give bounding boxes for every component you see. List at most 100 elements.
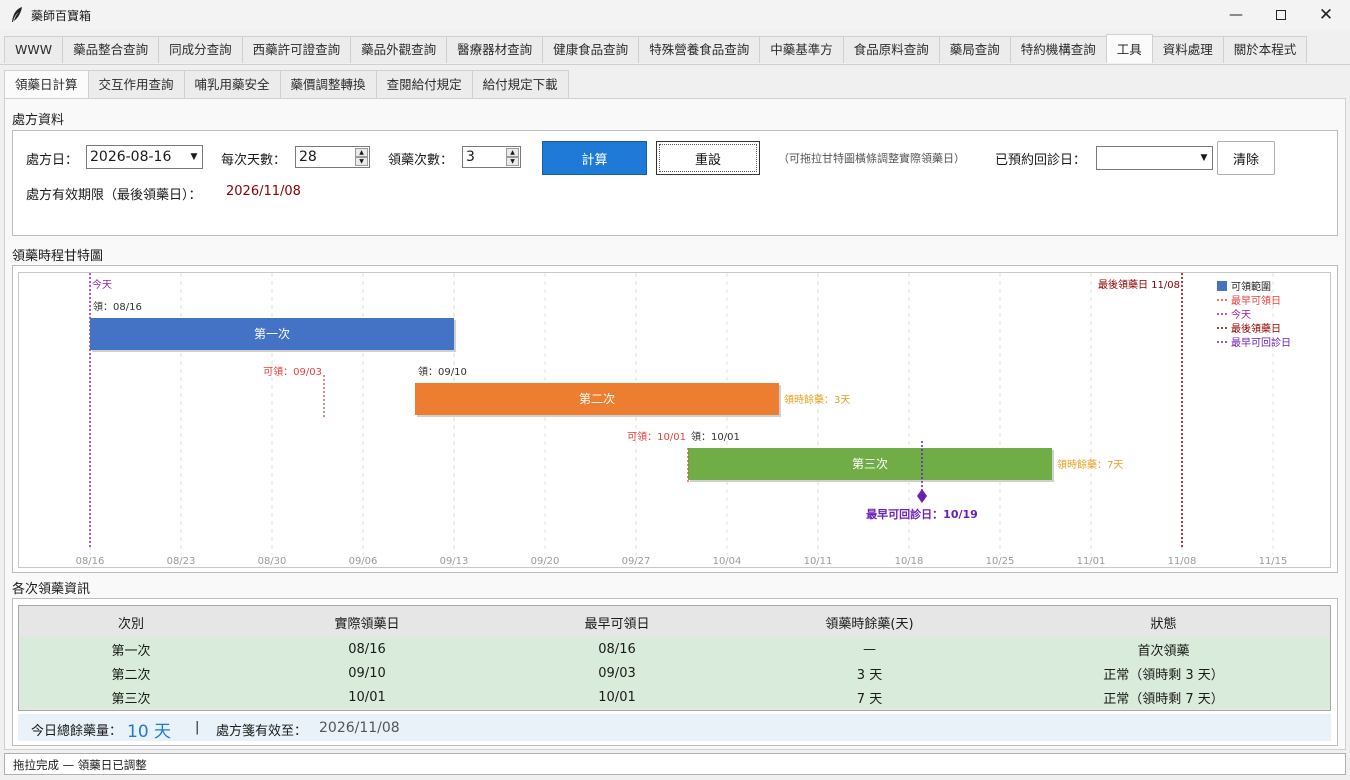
x-tick-label: 09/13 — [440, 556, 469, 567]
last-day-label: 最後領藥日 11/08 — [1098, 278, 1180, 291]
table-cell: 09/03 — [492, 661, 742, 685]
main-tab-4[interactable]: 藥品外觀查詢 — [350, 36, 448, 63]
main-tab-14[interactable]: 關於本程式 — [1222, 36, 1308, 63]
spin-down-icon[interactable]: ▼ — [506, 157, 519, 166]
main-tab-3[interactable]: 西藥許可證查詢 — [241, 36, 352, 63]
maximize-icon — [1276, 10, 1286, 20]
valid-until-value: 2026/11/08 — [319, 720, 400, 736]
x-tick-label: 09/20 — [531, 556, 560, 567]
main-tab-9[interactable]: 食品原料查詢 — [842, 36, 940, 63]
pickup-date-label: 領：08/16 — [93, 300, 142, 313]
main-tab-2[interactable]: 同成分查詢 — [158, 36, 243, 63]
window-title: 藥師百寶箱 — [31, 9, 92, 23]
validity-label: 處方有效期限（最後領藥日）： — [26, 188, 202, 203]
pickup-date-label: 領：09/10 — [418, 365, 467, 378]
main-tab-10[interactable]: 藥局查詢 — [938, 36, 1011, 63]
table-row[interactable]: 第三次 10/01 10/01 7 天正常（領時剩 7 天） — [20, 685, 1330, 709]
summary-separator: | — [195, 720, 200, 735]
days-per-fill-label: 每次天數： — [221, 153, 287, 168]
x-tick-label: 10/18 — [895, 556, 924, 567]
table-header-cell: 狀態 — [997, 607, 1330, 637]
prescription-section-title: 處方資料 — [12, 113, 65, 128]
main-tab-13[interactable]: 資料處理 — [1151, 36, 1224, 63]
table-header-cell: 實際領藥日 — [242, 607, 492, 637]
title-bar: 藥師百寶箱 — ✕ — [0, 0, 1350, 30]
gantt-chart: 08/16 08/23 08/30 09/06 09/13 09/20 09/27 10/04… — [18, 272, 1331, 568]
sub-tab-1[interactable]: 交互作用查詢 — [87, 70, 185, 98]
remaining-value: 10 天 — [127, 722, 172, 742]
x-tick-label: 09/06 — [349, 556, 378, 567]
table-cell: 正常（領時剩 3 天） — [997, 661, 1330, 685]
sub-tab-3[interactable]: 藥價調整轉換 — [279, 70, 377, 98]
spin-up-icon[interactable]: ▲ — [355, 148, 368, 157]
revisit-date-picker[interactable]: ▼ — [1096, 146, 1213, 170]
remaining-meds-label: 領時餘藥：7天 — [1057, 458, 1123, 471]
status-bar: 拖拉完成 — 領藥日已調整 — [4, 753, 1346, 775]
fill-count-stepper[interactable]: 3 ▲ ▼ — [462, 146, 521, 168]
sub-tab-2[interactable]: 哺乳用藥安全 — [183, 70, 281, 98]
x-tick-label: 10/11 — [804, 556, 833, 567]
days-per-fill-value: 28 — [299, 149, 317, 165]
table-cell: 首次領藥 — [997, 637, 1330, 661]
maximize-button[interactable] — [1258, 0, 1304, 30]
revisit-date-label: 已預約回診日： — [995, 153, 1087, 168]
main-tab-5[interactable]: 醫療器材查詢 — [446, 36, 544, 63]
prescription-date-value: 2026-08-16 — [90, 149, 172, 165]
earliest-pickup-label: 可領：09/03 — [263, 365, 322, 378]
calculate-button[interactable]: 計算 — [542, 141, 647, 175]
gantt-section-title: 領藥時程甘特圖 — [12, 249, 104, 264]
main-tab-8[interactable]: 中藥基準方 — [759, 36, 844, 63]
x-tick-label: 08/16 — [76, 556, 105, 567]
main-tab-0[interactable]: WWW — [4, 36, 64, 63]
main-tab-1[interactable]: 藥品整合查詢 — [62, 36, 160, 63]
remaining-meds-label: 領時餘藥：3天 — [784, 393, 850, 406]
table-section-title: 各次領藥資訊 — [12, 582, 91, 597]
legend-label: 最早可領日 — [1231, 294, 1281, 307]
spin-up-icon[interactable]: ▲ — [506, 148, 519, 157]
dispense-table: 次別 實際領藥日 最早可領日 領藥時餘藥(天) 狀態 第一次 08/16 08/16— 首次領… — [18, 605, 1331, 711]
main-tabs-divider — [0, 64, 1350, 65]
x-tick-label: 09/27 — [622, 556, 651, 567]
earliest-pickup-label: 可領：10/01 — [627, 430, 686, 443]
sub-tab-0[interactable]: 領藥日計算 — [4, 70, 89, 98]
table-cell: 正常（領時剩 7 天） — [997, 685, 1330, 709]
sub-tabs: 領藥日計算 交互作用查詢 哺乳用藥安全 藥價調整轉換 查閱給付規定 給付規定下載 — [4, 70, 569, 98]
x-tick-label: 10/25 — [986, 556, 1015, 567]
days-per-fill-stepper[interactable]: 28 ▲ ▼ — [295, 146, 370, 168]
table-header-cell: 最早可領日 — [492, 607, 742, 637]
main-tabs: WWW 藥品整合查詢 同成分查詢 西藥許可證查詢 藥品外觀查詢 醫療器材查詢 健康食品查詢特… — [4, 34, 1308, 64]
x-tick-label: 08/23 — [167, 556, 196, 567]
revisit-diamond-icon — [917, 489, 927, 503]
x-tick-label: 10/04 — [713, 556, 742, 567]
sub-tab-4[interactable]: 查閱給付規定 — [375, 70, 473, 98]
table-row[interactable]: 第一次 08/16 08/16— 首次領藥 — [20, 637, 1330, 661]
main-tab-11[interactable]: 特約機構查詢 — [1009, 36, 1107, 63]
table-cell: 第三次 — [20, 685, 242, 709]
chevron-down-icon[interactable]: ▼ — [1196, 147, 1212, 169]
pickup-date-label: 領：10/01 — [691, 430, 740, 443]
main-tab-7[interactable]: 特殊營養食品查詢 — [638, 36, 761, 63]
prescription-date-label: 處方日： — [26, 153, 79, 168]
prescription-date-picker[interactable]: 2026-08-16 ▼ — [86, 145, 203, 169]
spin-down-icon[interactable]: ▼ — [355, 157, 368, 166]
legend-label: 最後領藥日 — [1231, 322, 1281, 335]
clear-button[interactable]: 清除 — [1217, 141, 1275, 175]
validity-value: 2026/11/08 — [226, 184, 301, 199]
legend-label: 今天 — [1231, 308, 1251, 321]
drag-hint-text: （可拖拉甘特圖橫條調整實際領藥日） — [778, 152, 965, 165]
sub-tab-5[interactable]: 給付規定下載 — [471, 70, 569, 98]
table-cell: 7 天 — [742, 685, 997, 709]
minimize-button[interactable]: — — [1213, 0, 1259, 30]
table-cell: 10/01 — [492, 685, 742, 709]
main-tab-12[interactable]: 工具 — [1105, 34, 1153, 63]
legend-swatch — [1217, 281, 1227, 291]
remaining-label: 今日總餘藥量： — [31, 724, 123, 739]
main-tab-6[interactable]: 健康食品查詢 — [542, 36, 640, 63]
chevron-down-icon[interactable]: ▼ — [186, 146, 202, 168]
reset-button[interactable]: 重設 — [656, 141, 760, 175]
revisit-label: 最早可回診日：10/19 — [866, 507, 978, 521]
close-button[interactable]: ✕ — [1303, 0, 1349, 30]
table-cell: — — [742, 637, 997, 661]
table-cell: 08/16 — [242, 637, 492, 661]
table-row[interactable]: 第二次 09/10 09/03 3 天正常（領時剩 3 天） — [20, 661, 1330, 685]
